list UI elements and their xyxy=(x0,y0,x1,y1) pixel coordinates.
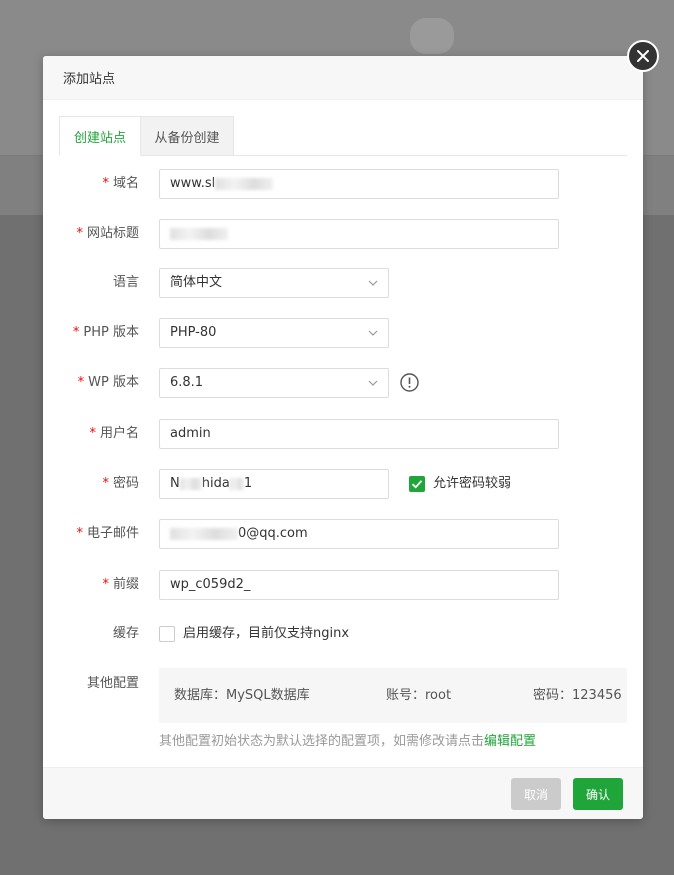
site-title-row: * 网站标题 xyxy=(43,219,643,249)
tab-create-site[interactable]: 创建站点 xyxy=(59,116,141,156)
site-title-input[interactable] xyxy=(159,219,559,249)
cache-row: 缓存 启用缓存，目前仅支持nginx xyxy=(43,619,643,649)
wp-version-label: * WP 版本 xyxy=(77,375,139,390)
config-account: 账号：root xyxy=(386,688,452,703)
domain-label: * 域名 xyxy=(102,176,139,191)
site-title-label: * 网站标题 xyxy=(76,226,139,241)
php-version-select[interactable]: PHP-80 xyxy=(159,318,389,348)
dialog-footer: 取消 确认 xyxy=(43,767,643,819)
redacted-text xyxy=(179,477,202,490)
email-input[interactable]: 0@qq.com xyxy=(159,519,559,549)
domain-input[interactable]: www.sl xyxy=(159,169,559,199)
config-database: 数据库：MySQL数据库 xyxy=(174,688,310,703)
username-input[interactable]: admin xyxy=(159,419,559,449)
check-icon xyxy=(411,480,423,489)
backdrop-logo xyxy=(410,18,454,54)
prefix-label: * 前缀 xyxy=(102,577,139,592)
chevron-down-icon xyxy=(368,330,378,336)
language-label: 语言 xyxy=(112,275,139,290)
username-row: * 用户名 admin xyxy=(43,419,643,449)
redacted-text xyxy=(170,227,228,240)
redacted-text xyxy=(229,477,244,490)
php-version-label: * PHP 版本 xyxy=(72,325,139,340)
cancel-button[interactable]: 取消 xyxy=(511,778,561,810)
username-label: * 用户名 xyxy=(89,426,139,441)
enable-cache-label[interactable]: 启用缓存，目前仅支持nginx xyxy=(183,619,349,649)
info-icon[interactable] xyxy=(400,373,419,392)
redacted-text xyxy=(170,527,238,540)
allow-weak-password-checkbox[interactable] xyxy=(409,476,425,492)
other-config-box: 数据库：MySQL数据库 账号：root 密码：123456 xyxy=(159,668,627,723)
language-select[interactable]: 简体中文 xyxy=(159,268,389,298)
php-version-row: * PHP 版本 PHP-80 xyxy=(43,318,643,348)
config-hint: 其他配置初始状态为默认选择的配置项，如需修改请点击编辑配置 xyxy=(159,734,537,749)
chevron-down-icon xyxy=(368,280,378,286)
tab-create-from-backup[interactable]: 从备份创建 xyxy=(141,116,234,156)
cache-label: 缓存 xyxy=(112,626,139,641)
close-icon xyxy=(637,50,649,62)
edit-config-link[interactable]: 编辑配置 xyxy=(484,734,536,749)
email-label: * 电子邮件 xyxy=(76,526,139,541)
enable-cache-checkbox[interactable] xyxy=(159,626,175,642)
dialog-title: 添加站点 xyxy=(43,56,643,100)
add-site-dialog: 添加站点 创建站点 从备份创建 * 域名 www.sl * 网站标题 语言 简体中文… xyxy=(43,56,643,819)
confirm-button[interactable]: 确认 xyxy=(573,778,623,810)
password-label: * 密码 xyxy=(102,476,139,491)
allow-weak-password-label[interactable]: 允许密码较弱 xyxy=(433,469,511,499)
wp-version-select[interactable]: 6.8.1 xyxy=(159,368,389,398)
prefix-input[interactable]: wp_c059d2_ xyxy=(159,570,559,600)
config-password: 密码：123456 xyxy=(533,688,622,703)
wp-version-row: * WP 版本 6.8.1 xyxy=(43,368,643,398)
password-input[interactable]: Nhida 1 xyxy=(159,469,389,499)
other-config-label: 其他配置 xyxy=(86,676,139,691)
domain-row: * 域名 www.sl xyxy=(43,169,643,199)
tab-bar: 创建站点 从备份创建 xyxy=(59,116,627,156)
language-row: 语言 简体中文 xyxy=(43,268,643,298)
password-row: * 密码 Nhida 1 允许密码较弱 xyxy=(43,469,643,499)
email-row: * 电子邮件 0@qq.com xyxy=(43,519,643,549)
prefix-row: * 前缀 wp_c059d2_ xyxy=(43,570,643,600)
redacted-text xyxy=(215,177,274,190)
close-button[interactable] xyxy=(627,40,659,72)
chevron-down-icon xyxy=(368,380,378,386)
